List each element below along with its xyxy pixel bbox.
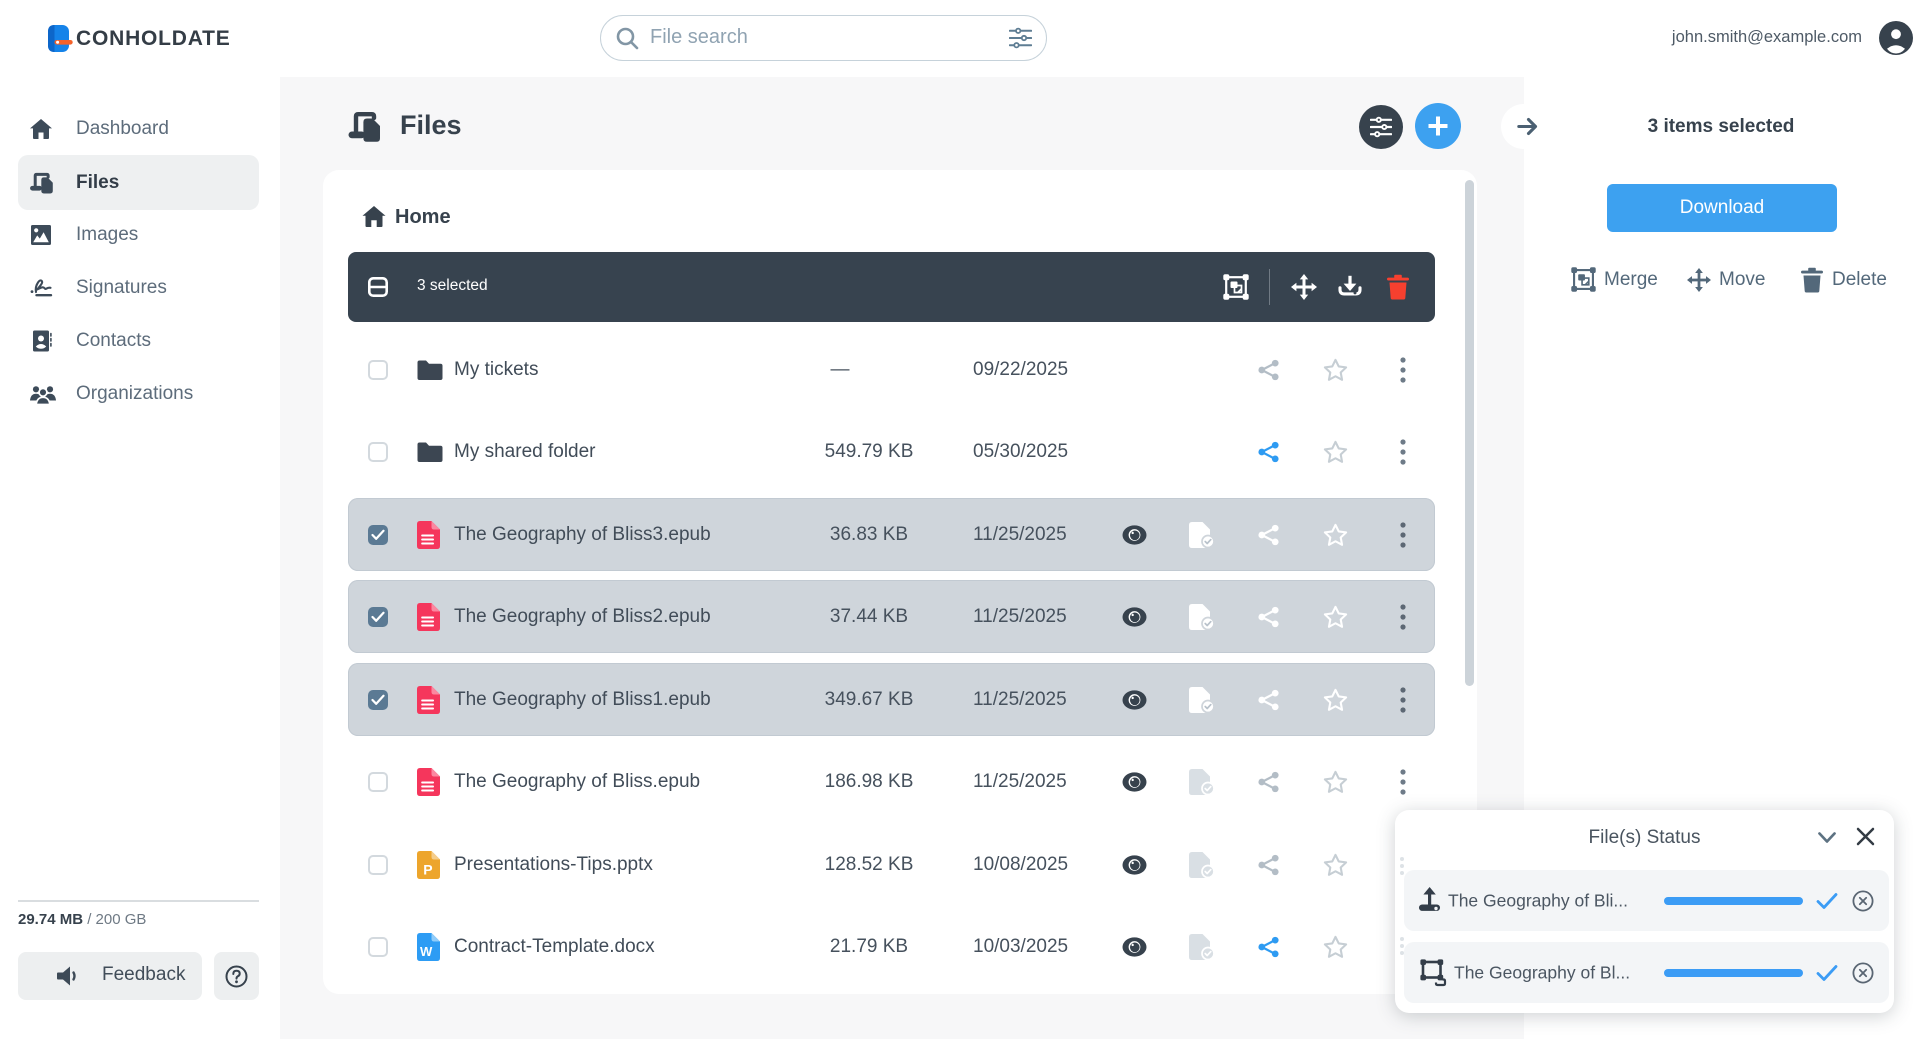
svg-text:W: W xyxy=(420,944,433,959)
svg-text:P: P xyxy=(423,861,432,877)
